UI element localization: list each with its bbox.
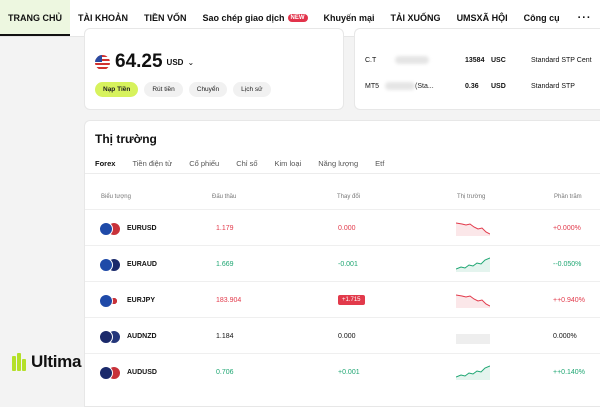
table-row[interactable]: EURUSD 1.179 0.000 +0.000% bbox=[85, 209, 600, 246]
currency-pair-flags-icon bbox=[99, 210, 121, 236]
bid-price: 1.179 bbox=[216, 224, 234, 232]
masked-account-number bbox=[395, 56, 429, 64]
logo-text: Ultima bbox=[31, 352, 82, 371]
tab-indices[interactable]: Chỉ số bbox=[236, 159, 257, 174]
nav-tools-label: Công cụ bbox=[523, 13, 560, 23]
account-balance: 13584 bbox=[465, 56, 485, 64]
tab-forex[interactable]: Forex bbox=[95, 159, 116, 174]
trend-sparkline-icon bbox=[456, 210, 496, 246]
trend-sparkline-icon bbox=[456, 318, 496, 354]
pair-symbol: AUDUSD bbox=[127, 368, 157, 376]
change-cell: 0.000 bbox=[338, 318, 356, 354]
percent-change: ++0.140% bbox=[553, 368, 585, 376]
account-currency: USC bbox=[491, 56, 506, 64]
pair-symbol: EURJPY bbox=[127, 296, 156, 304]
trend-sparkline-icon bbox=[456, 354, 496, 390]
account-id: MT5 bbox=[365, 82, 379, 90]
tab-metals[interactable]: Kim loại bbox=[275, 159, 302, 174]
chevron-down-icon[interactable]: ⌄ bbox=[187, 58, 194, 67]
change-value: 0.000 bbox=[338, 224, 356, 232]
masked-account-number bbox=[385, 82, 415, 90]
column-header-percent: Phần trăm bbox=[554, 194, 582, 200]
table-row[interactable]: EURAUD 1.669 -0.001 --0.050% bbox=[85, 245, 600, 282]
withdraw-button[interactable]: Rút tiền bbox=[144, 82, 183, 97]
balance-row[interactable]: 64.25 USD ⌄ bbox=[95, 51, 194, 73]
change-cell: -0.001 bbox=[338, 246, 358, 282]
bid-price: 1.184 bbox=[216, 332, 234, 340]
deposit-button[interactable]: Nạp Tiền bbox=[95, 82, 139, 97]
tab-stocks[interactable]: Cổ phiếu bbox=[189, 159, 219, 174]
column-header-price: Đấu thầu bbox=[212, 194, 237, 200]
nav-home[interactable]: TRANG CHỦ bbox=[0, 0, 70, 36]
table-row[interactable]: AUDNZD 1.184 0.000 0.000% bbox=[85, 317, 600, 354]
market-tabs: Forex Tiền điện tử Cổ phiếu Chỉ số Kim l… bbox=[95, 159, 401, 174]
percent-change: ++0.940% bbox=[553, 296, 585, 304]
nav-accounts-label: TÀI KHOẢN bbox=[78, 13, 128, 23]
balance-actions: Nạp Tiền Rút tiền Chuyển Lịch sử bbox=[95, 82, 271, 97]
nav-social-label: UMSXÃ HỘI bbox=[456, 13, 508, 23]
pair-symbol: AUDNZD bbox=[127, 332, 157, 340]
pair-symbol: EURAUD bbox=[127, 260, 157, 268]
tabs-divider bbox=[85, 173, 600, 174]
account-row[interactable]: C.T 13584 USC Standard STP Cent bbox=[365, 56, 600, 64]
tab-crypto[interactable]: Tiền điện tử bbox=[132, 159, 172, 174]
currency-pair-flags-icon bbox=[99, 354, 121, 380]
account-row[interactable]: MT5 (Sta... 0.36 USD Standard STP bbox=[365, 82, 600, 90]
bid-price: 1.669 bbox=[216, 260, 234, 268]
change-value: +1.715 bbox=[338, 295, 365, 305]
account-id: C.T bbox=[365, 56, 377, 64]
currency-pair-flags-icon bbox=[99, 246, 121, 272]
market-title: Thị trường bbox=[95, 132, 157, 146]
column-header-trend: Thị trường bbox=[457, 194, 486, 200]
bid-price: 183.904 bbox=[216, 296, 242, 304]
trend-sparkline-icon bbox=[456, 246, 496, 282]
nav-downloads-label: TẢI XUỐNG bbox=[390, 13, 441, 23]
nav-promotions-label: Khuyến mại bbox=[323, 13, 375, 23]
percent-change: +0.000% bbox=[553, 224, 581, 232]
table-row[interactable]: EURJPY 183.904 +1.715 ++0.940% bbox=[85, 281, 600, 318]
nav-funds-label: TIỀN VỐN bbox=[144, 13, 187, 23]
account-currency: USD bbox=[491, 82, 506, 90]
account-type: Standard STP Cent bbox=[531, 56, 592, 64]
column-header-symbol: Biểu tượng bbox=[101, 194, 131, 200]
tab-energy[interactable]: Năng lượng bbox=[318, 159, 358, 174]
currency-pair-flags-icon bbox=[99, 318, 121, 344]
us-flag-icon bbox=[95, 54, 110, 70]
nav-home-label: TRANG CHỦ bbox=[8, 13, 62, 23]
bid-price: 0.706 bbox=[216, 368, 234, 376]
nav-copy-trading-label: Sao chép giao dịch bbox=[202, 13, 285, 23]
pair-symbol: EURUSD bbox=[127, 224, 157, 232]
change-value: 0.000 bbox=[338, 332, 356, 340]
change-cell: +0.001 bbox=[338, 354, 360, 390]
change-cell: +1.715 bbox=[338, 282, 365, 318]
account-type: Standard STP bbox=[531, 82, 575, 90]
new-badge: NEW bbox=[287, 14, 308, 22]
accounts-card: C.T 13584 USC Standard STP Cent MT5 (Sta… bbox=[354, 28, 600, 110]
column-header-change: Thay đổi bbox=[337, 194, 361, 200]
balance-currency: USD bbox=[166, 57, 184, 67]
transfer-button[interactable]: Chuyển bbox=[188, 82, 228, 97]
percent-change: --0.050% bbox=[553, 260, 582, 268]
currency-pair-flags-icon bbox=[99, 282, 121, 308]
ultima-logo: Ultima bbox=[12, 352, 81, 372]
change-value: -0.001 bbox=[338, 260, 358, 268]
trend-sparkline-icon bbox=[456, 282, 496, 318]
balance-card: 64.25 USD ⌄ Nạp Tiền Rút tiền Chuyển Lịc… bbox=[84, 28, 344, 110]
change-value: +0.001 bbox=[338, 368, 360, 376]
percent-change: 0.000% bbox=[553, 332, 577, 340]
market-card: Thị trường Forex Tiền điện tử Cổ phiếu C… bbox=[84, 120, 600, 407]
tab-etf[interactable]: Etf bbox=[375, 159, 384, 174]
history-button[interactable]: Lịch sử bbox=[233, 82, 271, 97]
account-tag: (Sta... bbox=[415, 82, 434, 90]
balance-amount: 64.25 bbox=[115, 51, 163, 72]
change-cell: 0.000 bbox=[338, 210, 356, 246]
account-balance: 0.36 bbox=[465, 82, 479, 90]
ultima-logo-icon bbox=[12, 353, 26, 371]
table-row[interactable]: AUDUSD 0.706 +0.001 ++0.140% bbox=[85, 353, 600, 390]
